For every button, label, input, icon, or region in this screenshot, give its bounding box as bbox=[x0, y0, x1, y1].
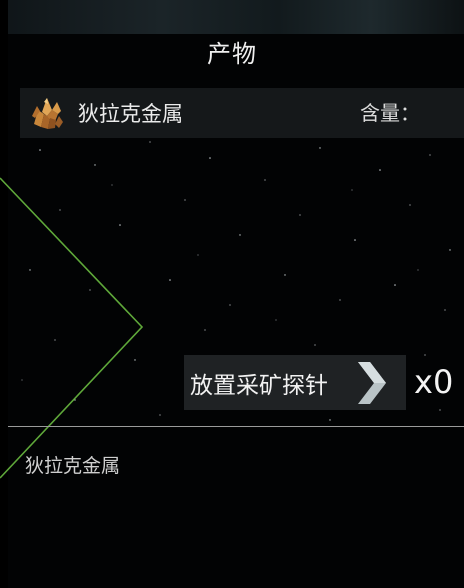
green-chevron-outline bbox=[0, 177, 144, 479]
product-row[interactable]: 狄拉克金属 含量： bbox=[20, 88, 464, 138]
game-screen: 产物 狄拉克金属 含量： 放置采矿探针 x0 狄拉克金属 bbox=[0, 0, 464, 588]
probe-count: x0 bbox=[414, 363, 454, 401]
chevron-right-icon[interactable] bbox=[350, 360, 390, 406]
content-amount-label: 含量： bbox=[360, 101, 420, 125]
ore-crystal-icon bbox=[32, 98, 63, 129]
top-scenery-strip bbox=[0, 0, 464, 34]
detail-product-name: 狄拉克金属 bbox=[25, 455, 121, 477]
place-probe-label: 放置采矿探针 bbox=[190, 372, 328, 399]
section-divider bbox=[8, 426, 464, 427]
product-name: 狄拉克金属 bbox=[78, 102, 183, 126]
panel-title: 产物 bbox=[207, 40, 257, 68]
